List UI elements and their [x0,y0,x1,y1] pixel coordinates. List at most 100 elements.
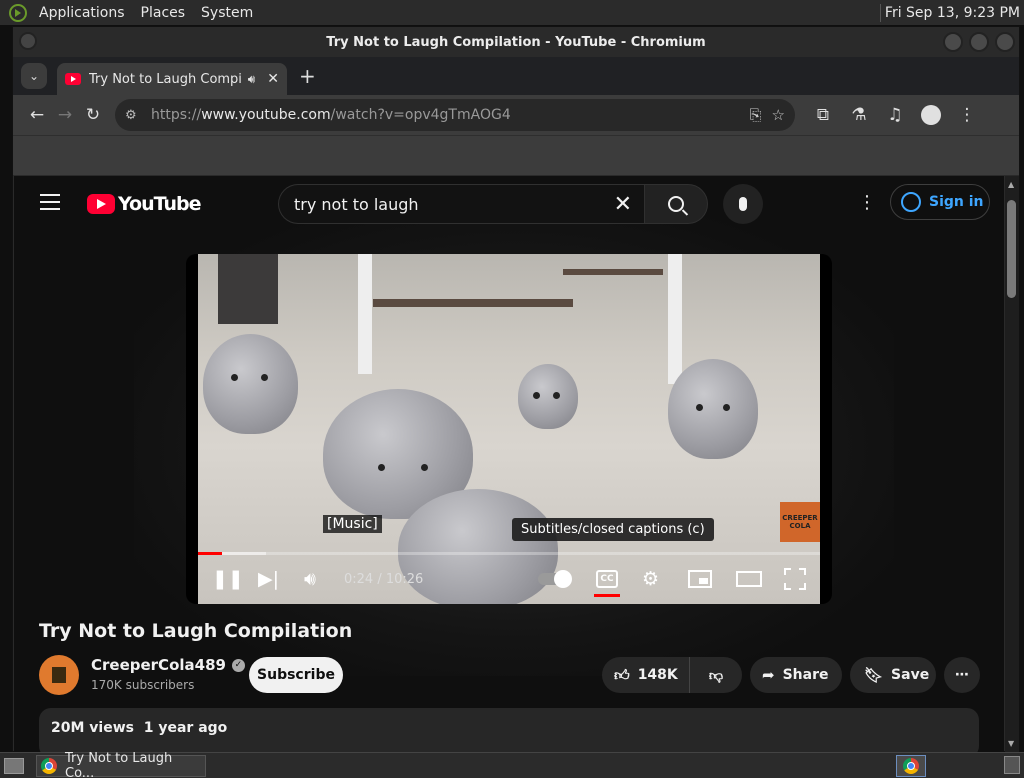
save-label: Save [891,667,930,683]
share-button[interactable]: ➦ Share [750,657,842,693]
chevron-down-icon: ⌄ [28,69,40,83]
more-horizontal-icon: ⋯ [955,667,969,683]
address-bar-actions: ⎘ ☆ [750,106,785,124]
creature-eye [378,464,385,471]
microphone-icon [739,197,747,211]
creature-eye [553,392,560,399]
page-scrollbar[interactable]: ▲ ▼ [1005,176,1019,752]
background-pole [668,254,682,384]
player-controls: ❚❚ ▶| 🔊︎ 0:24 / 10:26 CC ⚙︎ [198,560,820,604]
upload-age: 1 year ago [143,720,228,736]
dislike-button[interactable]: 👎︎ [690,667,742,684]
bookmark-star-icon[interactable]: ☆ [772,106,785,124]
hamburger-menu-icon[interactable] [40,194,60,210]
youtube-logo-text: YouTube [118,193,201,215]
search-button[interactable] [644,184,708,224]
background-table [563,269,663,275]
system-menu[interactable]: System [193,0,261,25]
progress-played [198,552,223,555]
theater-mode-icon[interactable] [736,571,762,587]
youtube-play-icon [87,194,115,214]
address-bar[interactable]: ⚙︎ https://www.youtube.com/watch?v=opv4g… [115,99,795,131]
workspace-switcher[interactable] [1004,756,1020,774]
tab-strip: ⌄ Try Not to Laugh Compil 🔊︎ ✕ + [13,57,1019,95]
settings-gear-icon[interactable]: ⚙︎ [642,568,659,590]
save-button[interactable]: 🔖︎ Save [850,657,936,693]
media-controls-icon[interactable]: ♫ [881,101,909,129]
youtube-logo[interactable]: YouTube [87,193,201,215]
speaker-icon[interactable]: 🔊︎ [248,72,256,87]
channel-avatar[interactable] [39,655,79,695]
url-host: www.youtube.com [201,107,331,123]
url-text[interactable]: https://www.youtube.com/watch?v=opv4gTmA… [151,107,511,123]
thumbs-down-icon: 👎︎ [708,667,724,684]
places-menu[interactable]: Places [133,0,194,25]
voice-search-button[interactable] [723,184,763,224]
window-titlebar[interactable]: Try Not to Laugh Compilation - YouTube -… [13,27,1019,57]
volume-icon[interactable]: 🔊︎ [304,568,316,590]
scrollbar-thumb[interactable] [1007,200,1016,298]
applications-menu[interactable]: Applications [31,0,133,25]
autoplay-toggle[interactable] [538,570,572,588]
tray-chromium-button[interactable] [896,755,926,777]
channel-name[interactable]: CreeperCola489 [91,656,226,674]
subscribe-button[interactable]: Subscribe [249,657,343,693]
time-total: 10:26 [385,572,424,587]
next-icon[interactable]: ▶| [258,568,279,590]
cc-tooltip: Subtitles/closed captions (c) [512,518,714,541]
miniplayer-icon[interactable] [688,570,712,588]
subtitles-icon[interactable]: CC [596,570,618,588]
search-icon [668,196,684,212]
back-button[interactable]: ← [23,101,51,129]
profile-avatar-icon [921,105,941,125]
progress-bar[interactable] [198,552,820,555]
profile-button[interactable] [917,101,945,129]
scroll-up-icon[interactable]: ▲ [1008,180,1014,189]
extensions-icon[interactable]: ⧉ [809,101,837,129]
reload-button[interactable]: ↻ [79,101,107,129]
like-count: 148K [637,667,678,683]
gnome-logo-icon[interactable] [9,3,27,22]
new-tab-button[interactable]: + [299,64,316,88]
maximize-button[interactable] [969,32,989,52]
account-circle-icon [901,192,921,212]
window-controls [943,32,1015,52]
install-app-icon[interactable]: ⎘ [750,106,762,124]
site-info-icon[interactable]: ⚙︎ [125,108,143,123]
forward-button[interactable]: → [51,101,79,129]
clock[interactable]: Fri Sep 13, 9:23 PM [876,0,1020,25]
taskbar-window-button[interactable]: Try Not to Laugh Co... [36,751,206,778]
close-window-button[interactable] [995,32,1015,52]
more-actions-button[interactable]: ⋯ [944,657,980,693]
url-path: /watch?v=opv4gTmAOG4 [330,107,511,123]
pause-icon[interactable]: ❚❚ [212,568,244,590]
tab-youtube[interactable]: Try Not to Laugh Compil 🔊︎ ✕ [57,63,287,95]
scroll-down-icon[interactable]: ▼ [1008,739,1014,748]
creature [668,359,758,459]
labs-flask-icon[interactable]: ⚗︎ [845,101,873,129]
sign-in-button[interactable]: Sign in [890,184,990,220]
like-button[interactable]: 👍︎ 148K [602,657,690,693]
show-desktop-icon[interactable] [4,757,24,774]
clear-search-icon[interactable]: ✕ [614,192,632,217]
video-player[interactable]: CREEPER COLA [Music] Subtitles/closed ca… [186,254,832,604]
minimize-button[interactable] [943,32,963,52]
chromium-tray-icon [903,758,919,774]
description-box[interactable]: 20M views 1 year ago [39,708,979,752]
close-tab-button[interactable]: ✕ [267,71,279,87]
settings-more-icon[interactable]: ⋮ [858,192,876,213]
taskbar-window-label: Try Not to Laugh Co... [65,750,173,778]
creature-eye [421,464,428,471]
fullscreen-icon[interactable] [784,568,806,590]
channel-watermark[interactable]: CREEPER COLA [780,502,820,542]
tab-search-button[interactable]: ⌄ [21,63,47,89]
background-person [218,254,278,324]
channel-name-row[interactable]: CreeperCola489 ✓ [91,656,245,674]
creeper-face-icon [52,667,66,683]
sign-in-label: Sign in [929,194,984,210]
browser-menu-icon[interactable]: ⋮ [953,101,981,129]
search-input[interactable]: try not to laugh ✕ [278,184,644,224]
window-menu-button[interactable] [19,32,37,50]
top-panel: Applications Places System Fri Sep 13, 9… [0,0,1024,25]
panel-separator [879,3,881,22]
